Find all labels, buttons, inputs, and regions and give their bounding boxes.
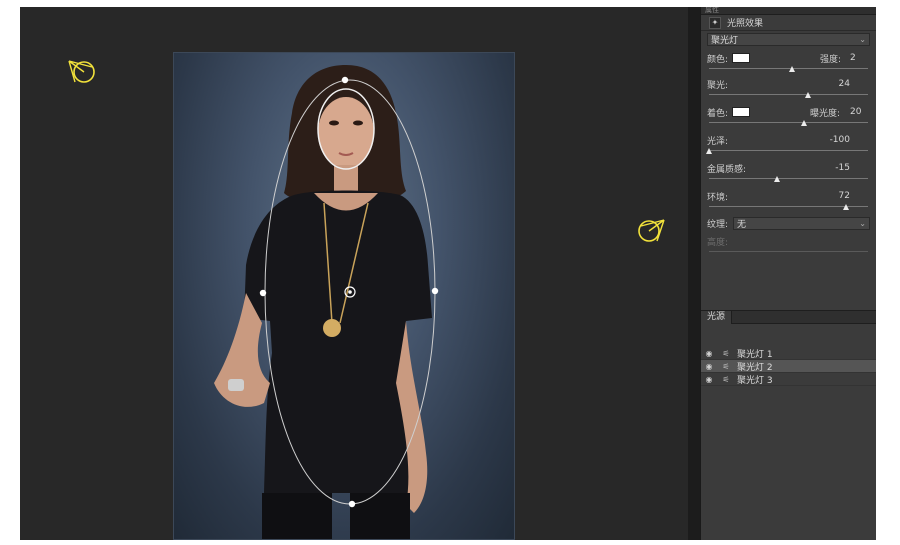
slider-track (709, 122, 868, 123)
height-row: 高度: (707, 235, 870, 248)
light-color-swatch[interactable] (732, 53, 751, 63)
light-type-select[interactable]: 聚光灯 ⌄ (707, 33, 870, 46)
ambience-slider[interactable] (709, 202, 868, 212)
photo-canvas[interactable] (173, 52, 515, 540)
gloss-value[interactable]: -100 (830, 135, 850, 145)
hotspot-label: 聚光: (707, 80, 729, 91)
light-sources-list: ◉ ⚟ 聚光灯 1 ◉ ⚟ 聚光灯 2 ◉ ⚟ 聚光灯 3 (701, 347, 876, 386)
metallic-row: 金属质感: -15 (707, 162, 870, 175)
ambience-label: 环境: (707, 192, 729, 203)
light-sources-header: 光源 (701, 310, 876, 324)
slider-thumb[interactable] (788, 66, 795, 72)
spotlight-small-icon: ⚟ (722, 374, 730, 384)
tab-light-sources[interactable]: 光源 (701, 311, 733, 324)
height-slider (709, 247, 868, 257)
intensity-value[interactable]: 2 (850, 53, 856, 63)
chevron-down-icon: ⌄ (859, 35, 866, 44)
light-source-name: 聚光灯 1 (737, 349, 773, 360)
panel-header-bar: 属性 (701, 7, 876, 15)
ambience-value[interactable]: 72 (839, 191, 850, 201)
metallic-slider[interactable] (709, 174, 868, 184)
slider-thumb[interactable] (842, 204, 849, 210)
slider-thumb[interactable] (706, 148, 712, 154)
list-item[interactable]: ◉ ⚟ 聚光灯 3 (701, 373, 876, 386)
metallic-label: 金属质感: (707, 164, 747, 175)
exposure-value[interactable]: 20 (850, 107, 861, 117)
gloss-slider[interactable] (706, 146, 868, 156)
eye-icon[interactable]: ◉ (701, 362, 717, 371)
spotlight-icon[interactable] (64, 55, 96, 87)
list-item[interactable]: ◉ ⚟ 聚光灯 1 (701, 347, 876, 360)
slider-track (709, 150, 868, 151)
spotlight-small-icon: ⚟ (722, 348, 730, 358)
colorize-swatch[interactable] (732, 107, 751, 117)
lighting-effects-workspace: 属性 ✦ 光照效果 聚光灯 ⌄ 颜色: 强度: 2 聚光: 24 着色: 曝光度… (20, 7, 876, 540)
slider-thumb[interactable] (804, 92, 811, 98)
color-label: 颜色: (707, 54, 729, 65)
panel-divider (688, 7, 700, 540)
texture-label: 纹理: (707, 219, 729, 230)
panel-title-row: ✦ 光照效果 (701, 15, 876, 31)
ambience-row: 环境: 72 (707, 190, 870, 203)
properties-panel: 属性 ✦ 光照效果 聚光灯 ⌄ 颜色: 强度: 2 聚光: 24 着色: 曝光度… (700, 7, 876, 540)
list-item[interactable]: ◉ ⚟ 聚光灯 2 (701, 360, 876, 373)
portrait-illustration (214, 65, 432, 539)
eye-icon[interactable]: ◉ (701, 349, 717, 358)
colorize-label: 着色: (707, 108, 729, 119)
intensity-slider[interactable] (709, 64, 868, 74)
metallic-value[interactable]: -15 (835, 163, 850, 173)
slider-thumb[interactable] (801, 120, 808, 126)
texture-value: 无 (737, 219, 747, 230)
slider-track (709, 94, 868, 95)
light-type-value: 聚光灯 (711, 36, 739, 46)
panel-title: 光照效果 (727, 19, 764, 29)
hotspot-row: 聚光: 24 (707, 78, 870, 91)
hotspot-slider[interactable] (709, 90, 868, 100)
color-row: 颜色: 强度: 2 (707, 52, 870, 65)
light-source-name: 聚光灯 3 (737, 375, 773, 386)
slider-thumb[interactable] (774, 176, 781, 182)
height-label: 高度: (707, 237, 729, 248)
slider-track (709, 251, 868, 252)
spotlight-icon[interactable] (635, 214, 667, 246)
lighting-effects-icon: ✦ (709, 16, 721, 29)
intensity-label: 强度: (820, 54, 842, 65)
gloss-label: 光泽: (707, 136, 729, 147)
exposure-slider[interactable] (709, 118, 868, 128)
panel-header-label: 属性 (705, 7, 719, 14)
gloss-row: 光泽: -100 (707, 134, 870, 147)
colorize-row: 着色: 曝光度: 20 (707, 106, 870, 119)
spotlight-small-icon: ⚟ (722, 361, 730, 371)
texture-select[interactable]: 无 ⌄ (733, 216, 870, 230)
canvas-area[interactable] (20, 7, 688, 540)
slider-track (709, 178, 868, 179)
light-source-name: 聚光灯 2 (737, 362, 773, 373)
hotspot-value[interactable]: 24 (839, 79, 850, 89)
chevron-down-icon: ⌄ (859, 218, 866, 228)
texture-row: 纹理: 无 ⌄ (707, 216, 870, 230)
exposure-label: 曝光度: (810, 108, 841, 119)
eye-icon[interactable]: ◉ (701, 375, 717, 384)
